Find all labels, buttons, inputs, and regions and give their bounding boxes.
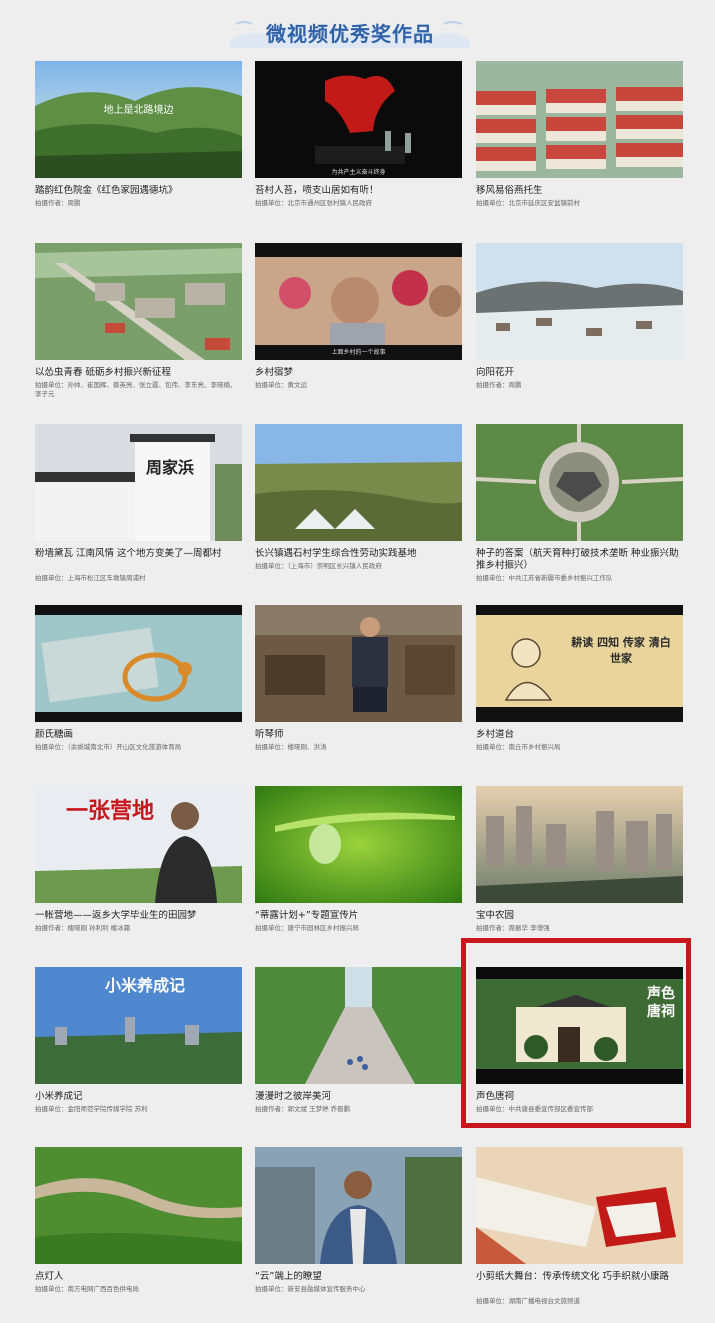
video-card[interactable]: 点灯人 拍摄单位：南方电网广西百色供电局	[35, 1147, 242, 1323]
card-unit: 拍摄单位：楼晓刚、洪涛	[255, 743, 327, 751]
card-title[interactable]: 一帐营地——返乡大学毕业生的田园梦	[35, 910, 242, 922]
video-thumbnail[interactable]	[476, 786, 683, 903]
card-title[interactable]: 小剪纸大舞台：传承传统文化 巧手织就小康路	[476, 1271, 683, 1283]
card-unit: 拍摄单位：黄文远	[255, 381, 307, 389]
video-thumbnail[interactable]: 周家浜	[35, 424, 242, 541]
card-title[interactable]: 小米养成记	[35, 1091, 242, 1103]
video-thumbnail[interactable]	[476, 61, 683, 178]
card-unit: 拍摄作者：周鹏	[476, 381, 522, 389]
video-card[interactable]: 上面乡村的一个故事 乡村宿梦 拍摄单位：黄文远	[255, 243, 462, 419]
card-title[interactable]: 漫漫时之彼岸美河	[255, 1091, 462, 1103]
video-card[interactable]: 种子的答案（航天育种打破技术垄断 种业振兴助推乡村振兴） 拍摄单位：中共江苏省新…	[476, 424, 683, 600]
card-title[interactable]: 颜氏糖画	[35, 729, 242, 741]
card-title[interactable]: 乡村宿梦	[255, 367, 462, 379]
video-thumbnail[interactable]	[476, 1147, 683, 1264]
video-thumbnail[interactable]	[35, 243, 242, 360]
card-unit: 拍摄单位：新安县融媒体宣传服务中心	[255, 1285, 366, 1293]
video-thumbnail[interactable]: 为共产主义奋斗终身	[255, 61, 462, 178]
thumbnail-caption: 地上是北路境边	[103, 105, 174, 116]
card-unit: 拍摄作者：郭文斌 王梦婷 乔晋鹏	[255, 1105, 351, 1113]
video-thumbnail[interactable]: 一张营地	[35, 786, 242, 903]
video-card[interactable]: “云”端上的瞭望 拍摄单位：新安县融媒体宣传服务中心	[255, 1147, 462, 1323]
video-thumbnail[interactable]	[255, 1147, 462, 1264]
thumbnail-caption: 小米养成记	[105, 976, 186, 995]
card-unit: 拍摄单位：中共江苏省新疆市委乡村振兴工作队	[476, 574, 613, 582]
highlight-box	[461, 938, 691, 1128]
card-title[interactable]: 听琴师	[255, 729, 462, 741]
card-unit: 拍摄作者：周振华 李增强	[476, 924, 550, 932]
video-thumbnail[interactable]	[476, 243, 683, 360]
video-card[interactable]: 移风易俗燕托生 拍摄单位：北京市延庆区安盆镇前村	[476, 61, 683, 237]
video-card[interactable]: 听琴师 拍摄单位：楼晓刚、洪涛	[255, 605, 462, 781]
video-card[interactable]: 一张营地 一帐营地——返乡大学毕业生的田园梦 拍摄作者：楼晓刚 孙利利 楼冰霜	[35, 786, 242, 962]
video-thumbnail[interactable]	[255, 605, 462, 722]
video-card[interactable]: 地上是北路境边 踏韵红色院金《红色家园遇德坑》 拍摄作者：周鹏	[35, 61, 242, 237]
card-title[interactable]: 向阳花开	[476, 367, 683, 379]
thumbnail-caption: 一张营地	[65, 799, 154, 824]
video-card[interactable]: 颜氏糖画 拍摄单位：（余姚城南北市）开山区文化旅游体育局	[35, 605, 242, 781]
video-card[interactable]: 以怂虫青春 砥砺乡村振兴新征程 拍摄单位：孙帅、崔国辉、蔡英亮、张立霞、包伟、李…	[35, 243, 242, 419]
thumbnail-caption: 为共产主义奋斗终身	[331, 169, 386, 176]
card-title[interactable]: 长兴镇遇石村学生综合性劳动实践基地	[255, 548, 462, 560]
card-title[interactable]: “蒂露计划+”专题宣传片	[255, 910, 462, 922]
card-title[interactable]: 点灯人	[35, 1271, 242, 1283]
video-thumbnail[interactable]: 小米养成记	[35, 967, 242, 1084]
thumbnail-caption: 周家浜	[145, 458, 194, 477]
card-unit: 拍摄单位：（上海市）崇明区长兴镇人民政府	[255, 562, 382, 570]
video-thumbnail[interactable]: 耕读 四知 传家 清白世家	[476, 605, 683, 722]
video-card[interactable]: 周家浜 粉墙黛瓦 江南风情 这个地方变美了—周都村 拍摄单位：上海市松江区车墩镇…	[35, 424, 242, 600]
video-card[interactable]: 漫漫时之彼岸美河 拍摄作者：郭文斌 王梦婷 乔晋鹏	[255, 967, 462, 1143]
video-thumbnail[interactable]	[476, 424, 683, 541]
video-card[interactable]: “蒂露计划+”专题宣传片 拍摄单位：唐宁市园林区乡村振兴局	[255, 786, 462, 962]
section-banner: 微视频优秀奖作品	[230, 10, 470, 48]
video-thumbnail[interactable]	[35, 1147, 242, 1264]
video-card[interactable]: 宝中农园 拍摄作者：周振华 李增强	[476, 786, 683, 962]
card-unit: 拍摄单位：金阳师范学院传媒学院 苏利	[35, 1105, 148, 1113]
card-title[interactable]: 以怂虫青春 砥砺乡村振兴新征程	[35, 367, 242, 379]
video-card[interactable]: 向阳花开 拍摄作者：周鹏	[476, 243, 683, 419]
video-thumbnail[interactable]	[255, 786, 462, 903]
video-card[interactable]: 长兴镇遇石村学生综合性劳动实践基地 拍摄单位：（上海市）崇明区长兴镇人民政府	[255, 424, 462, 600]
video-thumbnail[interactable]	[255, 424, 462, 541]
card-title[interactable]: 乡村道台	[476, 729, 683, 741]
card-title[interactable]: 移风易俗燕托生	[476, 185, 683, 197]
video-thumbnail[interactable]: 地上是北路境边	[35, 61, 242, 178]
video-card[interactable]: 小米养成记 小米养成记 拍摄单位：金阳师范学院传媒学院 苏利	[35, 967, 242, 1143]
card-title[interactable]: 宝中农园	[476, 910, 683, 922]
card-unit: 拍摄单位：北京市通州区张村镇人民政府	[255, 199, 372, 207]
card-title[interactable]: “云”端上的瞭望	[255, 1271, 462, 1283]
card-title[interactable]: 种子的答案（航天育种打破技术垄断 种业振兴助推乡村振兴）	[476, 548, 683, 572]
card-unit: 拍摄单位：北京市延庆区安盆镇前村	[476, 199, 580, 207]
page: 微视频优秀奖作品 地上是北路境边 踏韵红色院金《红色家园遇德坑》 拍摄作者：周鹏	[0, 0, 715, 1323]
page-title: 微视频优秀奖作品	[266, 22, 434, 46]
card-title[interactable]: 苔村人苔，喷支山居如有听！	[255, 185, 462, 197]
video-thumbnail[interactable]	[255, 967, 462, 1084]
card-unit: 拍摄单位：（余姚城南北市）开山区文化旅游体育局	[35, 743, 182, 751]
thumbnail-caption: 上面乡村的一个故事	[331, 349, 386, 356]
video-card[interactable]: 为共产主义奋斗终身 苔村人苔，喷支山居如有听！ 拍摄单位：北京市通州区张村镇人民…	[255, 61, 462, 237]
video-thumbnail[interactable]: 上面乡村的一个故事	[255, 243, 462, 360]
card-unit: 拍摄单位：湖南广播电视台文旅频道	[476, 1297, 580, 1305]
card-title[interactable]: 踏韵红色院金《红色家园遇德坑》	[35, 185, 242, 197]
video-card[interactable]: 耕读 四知 传家 清白世家 乡村道台 拍摄单位：南丘市乡村振兴局	[476, 605, 683, 781]
video-card[interactable]: 小剪纸大舞台：传承传统文化 巧手织就小康路 拍摄单位：湖南广播电视台文旅频道	[476, 1147, 683, 1323]
card-unit: 拍摄单位：孙帅、崔国辉、蔡英亮、张立霞、包伟、李东亮、李晓楠、李子元	[35, 381, 237, 398]
thumbnail-caption: 耕读 四知 传家 清白世家	[571, 636, 671, 665]
card-unit: 拍摄单位：南丘市乡村振兴局	[476, 743, 561, 751]
card-unit: 拍摄单位：上海市松江区车墩镇周浦村	[35, 574, 146, 582]
card-title[interactable]: 粉墙黛瓦 江南风情 这个地方变美了—周都村	[35, 548, 242, 560]
card-unit: 拍摄作者：周鹏	[35, 199, 81, 207]
card-unit: 拍摄作者：楼晓刚 孙利利 楼冰霜	[35, 924, 131, 932]
video-thumbnail[interactable]	[35, 605, 242, 722]
card-unit: 拍摄单位：唐宁市园林区乡村振兴局	[255, 924, 359, 932]
card-unit: 拍摄单位：南方电网广西百色供电局	[35, 1285, 139, 1293]
